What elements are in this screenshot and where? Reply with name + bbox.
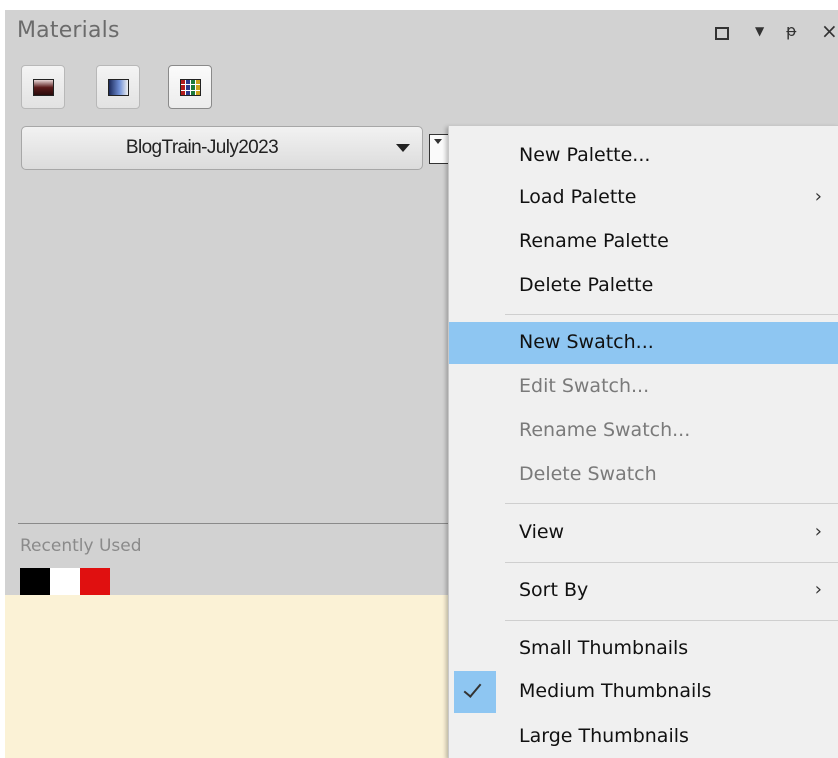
menu-item-label: Load Palette (519, 186, 637, 208)
palette-options-menu-icon[interactable] (429, 134, 449, 164)
menu-item-label: Delete Palette (519, 274, 654, 296)
menu-separator (505, 562, 838, 563)
recent-swatch[interactable] (80, 568, 110, 596)
pattern-icon (108, 79, 129, 96)
pin-icon[interactable]: ᵽ (786, 21, 797, 40)
menu-item-medium-thumbnails[interactable]: Medium Thumbnails (449, 671, 838, 713)
menu-item-rename-palette[interactable]: Rename Palette (449, 221, 838, 263)
chevron-right-icon: › (814, 579, 822, 600)
menu-item-load-palette[interactable]: Load Palette › (449, 177, 838, 219)
chevron-down-icon (396, 144, 410, 152)
menu-separator (505, 503, 838, 504)
recently-used-label: Recently Used (20, 536, 142, 556)
menu-item-label: New Palette... (519, 144, 651, 166)
swatch-grid-icon (180, 79, 201, 96)
menu-item-label: Rename Palette (519, 230, 669, 252)
menu-item-label: View (519, 521, 565, 543)
menu-item-new-swatch[interactable]: New Swatch... (449, 322, 838, 364)
swatches-tab-button[interactable] (168, 65, 212, 109)
chevron-right-icon: › (814, 186, 822, 207)
menu-item-edit-swatch: Edit Swatch... (449, 366, 838, 408)
panel-menu-icon[interactable]: ▼ (755, 24, 764, 38)
palette-selected-value: BlogTrain-July2023 (125, 137, 279, 158)
checkmark-icon (463, 679, 482, 698)
chevron-right-icon: › (814, 521, 822, 542)
menu-item-view[interactable]: View › (449, 512, 838, 554)
menu-item-label: Sort By (519, 579, 589, 601)
menu-item-label: Delete Swatch (519, 463, 657, 485)
menu-item-delete-swatch: Delete Swatch (449, 454, 838, 496)
pattern-tab-button[interactable] (96, 65, 140, 109)
gradient-icon (33, 79, 54, 96)
menu-item-label: New Swatch... (519, 331, 654, 353)
menu-item-label: Small Thumbnails (519, 637, 689, 659)
menu-item-sort-by[interactable]: Sort By › (449, 570, 838, 612)
menu-item-label: Edit Swatch... (519, 375, 650, 397)
checkmark-box (454, 671, 496, 713)
menu-item-delete-palette[interactable]: Delete Palette (449, 265, 838, 307)
recent-swatch[interactable] (20, 568, 50, 596)
menu-item-label: Medium Thumbnails (519, 680, 712, 702)
menu-item-label: Rename Swatch... (519, 419, 691, 441)
close-icon[interactable]: × (821, 19, 838, 43)
recently-used-swatches (20, 568, 110, 596)
palette-dropdown[interactable]: BlogTrain-July2023 (21, 126, 423, 170)
menu-item-rename-swatch: Rename Swatch... (449, 410, 838, 452)
menu-separator (505, 620, 838, 621)
menu-item-label: Large Thumbnails (519, 725, 689, 747)
menu-item-new-palette[interactable]: New Palette... (449, 135, 838, 177)
maximize-icon[interactable] (715, 27, 729, 40)
menu-item-large-thumbnails[interactable]: Large Thumbnails (449, 716, 838, 758)
gradient-tab-button[interactable] (21, 65, 65, 109)
panel-title: Materials (17, 18, 120, 43)
recent-swatch[interactable] (50, 568, 80, 596)
menu-item-small-thumbnails[interactable]: Small Thumbnails (449, 628, 838, 670)
menu-separator (505, 314, 838, 315)
divider (18, 523, 458, 524)
context-menu: New Palette... Load Palette › Rename Palett… (448, 125, 838, 758)
